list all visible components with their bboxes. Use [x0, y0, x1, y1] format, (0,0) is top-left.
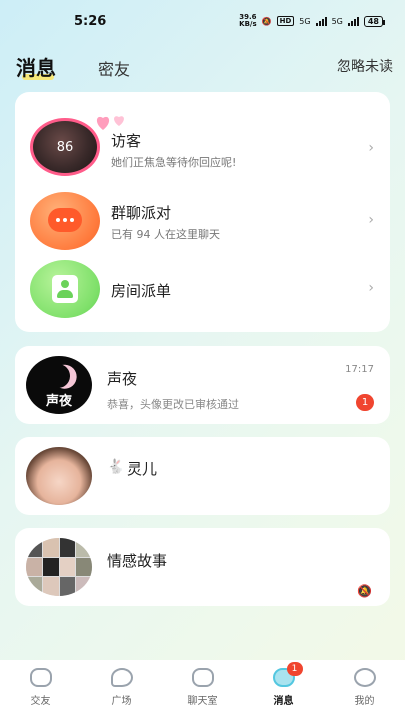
- leaf-icon: [110, 668, 133, 687]
- chevron-right-icon: ›: [368, 280, 374, 296]
- bunny-icon: 🐇: [107, 459, 125, 475]
- moon-icon: [43, 361, 74, 392]
- nav-item-messages[interactable]: 1 消息: [243, 660, 324, 720]
- chat-bubble-icon: [48, 208, 82, 232]
- net-speed: 39.6 KB/s: [239, 13, 257, 28]
- conversation-item[interactable]: 🐇 灵儿: [15, 437, 390, 515]
- sim1-label: 5G: [299, 16, 311, 26]
- heart-chat-icon: [29, 668, 52, 687]
- status-time: 5:26: [74, 14, 107, 29]
- nav-label: 聊天室: [187, 696, 218, 707]
- hearts-icon: [96, 116, 124, 130]
- nav-label: 广场: [111, 696, 132, 707]
- room-dispatch-title: 房间派单: [111, 282, 172, 300]
- conversation-preview: 恭喜，头像更改已审核通过: [107, 398, 239, 411]
- conversation-item[interactable]: 情感故事 🔕: [15, 528, 390, 606]
- visitor-subtitle: 她们正焦急等待你回应呢!: [111, 156, 237, 169]
- top-tabs: 消息 密友 忽略未读: [0, 52, 405, 82]
- status-icons: 39.6 KB/s 🔕 HD 5G 5G 48: [239, 13, 386, 28]
- mute-bell-icon: 🔕: [261, 16, 272, 26]
- battery-icon: 48: [363, 15, 386, 27]
- chevron-right-icon: ›: [368, 140, 374, 156]
- nav-item-make-friends[interactable]: 交友: [0, 660, 81, 720]
- conversation-name: 情感故事: [107, 552, 168, 570]
- visitor-count: 86: [56, 139, 74, 155]
- conversation-name: 灵儿: [127, 460, 158, 478]
- unread-badge: 1: [356, 394, 374, 411]
- group-party-row[interactable]: 群聊派对 已有 94 人在这里聊天 ›: [15, 188, 390, 258]
- mute-bell-icon: 🔕: [357, 584, 372, 598]
- group-party-avatar: [30, 192, 100, 250]
- bottom-nav: 交友 广场 聊天室 1 消息 我的: [0, 660, 405, 720]
- signal-icon-2: [347, 16, 359, 26]
- room-dispatch-row[interactable]: 房间派单 ›: [15, 260, 390, 330]
- shengye-avatar: 声夜: [26, 356, 92, 414]
- visitor-title: 访客: [111, 132, 142, 150]
- heart-house-icon: [191, 668, 214, 687]
- visitor-avatar: 86: [30, 118, 100, 176]
- status-bar: 5:26 39.6 KB/s 🔕 HD 5G 5G 48: [0, 0, 405, 44]
- linger-avatar: [26, 447, 92, 505]
- nav-label: 我的: [354, 696, 375, 707]
- nav-label: 交友: [30, 696, 51, 707]
- nav-unread-badge: 1: [286, 662, 303, 676]
- group-party-subtitle: 已有 94 人在这里聊天: [111, 228, 220, 241]
- visitor-row[interactable]: 86 访客 她们正焦急等待你回应呢! ›: [15, 112, 390, 182]
- conversation-time: 17:17: [345, 364, 374, 375]
- room-dispatch-avatar: [30, 260, 100, 318]
- emotion-story-avatar: [26, 538, 92, 596]
- shengye-avatar-text: 声夜: [45, 394, 72, 409]
- conversation-name: 声夜: [107, 370, 138, 388]
- person-card-icon: [52, 275, 78, 303]
- nav-label: 消息: [273, 696, 294, 707]
- tab-friends[interactable]: 密友: [98, 56, 130, 80]
- chevron-right-icon: ›: [368, 212, 374, 228]
- group-party-title: 群聊派对: [111, 204, 172, 222]
- ignore-unread-button[interactable]: 忽略未读: [337, 56, 393, 76]
- sim2-label: 5G: [331, 16, 343, 26]
- nav-item-mine[interactable]: 我的: [324, 660, 405, 720]
- hd-icon: HD: [276, 16, 295, 26]
- tab-messages[interactable]: 消息: [16, 52, 56, 81]
- conversation-item[interactable]: 声夜 声夜 恭喜，头像更改已审核通过 17:17 1: [15, 346, 390, 424]
- nav-item-square[interactable]: 广场: [81, 660, 162, 720]
- face-icon: [353, 668, 376, 687]
- signal-icon: [315, 16, 327, 26]
- system-card: 86 访客 她们正焦急等待你回应呢! › 群聊派对 已有 94 人在这里聊天 ›…: [15, 92, 390, 332]
- nav-item-chatroom[interactable]: 聊天室: [162, 660, 243, 720]
